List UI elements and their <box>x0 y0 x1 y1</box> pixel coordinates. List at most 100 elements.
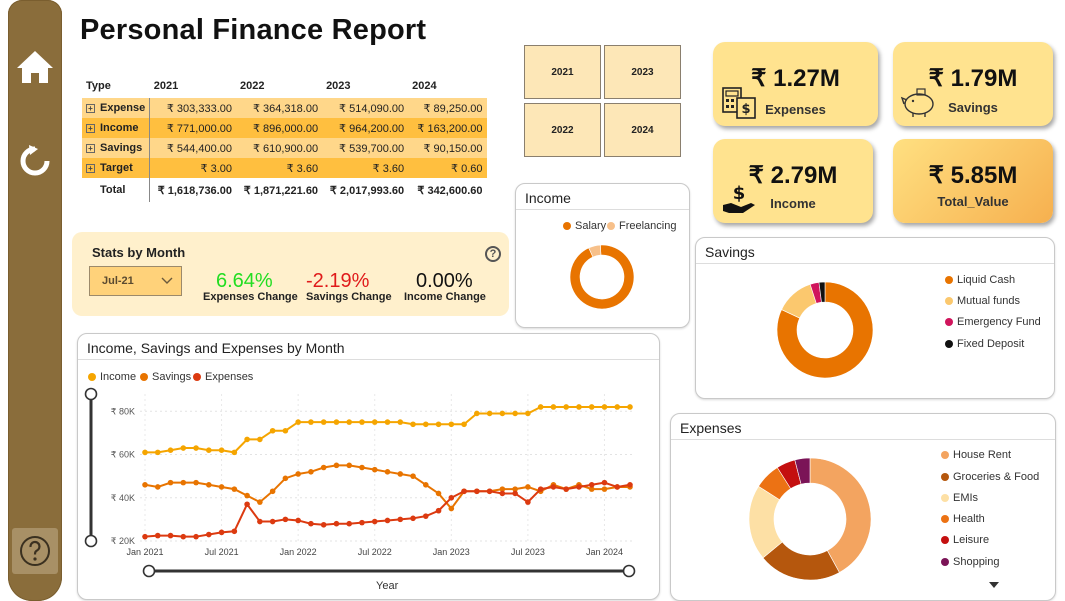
data-point-income[interactable] <box>371 419 378 425</box>
data-point-expenses[interactable] <box>601 479 608 486</box>
data-point-income[interactable] <box>154 449 161 456</box>
year-tile-2022[interactable]: 2022 <box>524 103 601 157</box>
data-point-savings[interactable] <box>269 488 276 495</box>
data-point-savings[interactable] <box>142 481 148 488</box>
data-point-income[interactable] <box>333 419 340 425</box>
data-point-income[interactable] <box>359 419 365 425</box>
data-point-expenses[interactable] <box>359 519 365 526</box>
data-point-income[interactable] <box>231 449 238 456</box>
data-point-expenses[interactable] <box>397 516 404 523</box>
data-point-savings[interactable] <box>346 462 353 469</box>
data-point-expenses[interactable] <box>461 488 467 495</box>
help-tooltip-icon[interactable]: ? <box>485 246 501 262</box>
data-point-income[interactable] <box>435 421 442 428</box>
data-point-income[interactable] <box>448 421 455 428</box>
data-point-expenses[interactable] <box>308 520 314 527</box>
data-point-expenses[interactable] <box>474 488 480 495</box>
data-point-income[interactable] <box>550 404 557 410</box>
data-point-income[interactable] <box>269 427 276 434</box>
data-point-expenses[interactable] <box>180 533 187 540</box>
data-point-expenses[interactable] <box>512 490 518 497</box>
month-dropdown[interactable]: Jul-21 <box>89 266 182 296</box>
data-point-expenses[interactable] <box>525 499 531 505</box>
data-point-expenses[interactable] <box>193 533 199 540</box>
data-point-savings[interactable] <box>206 481 212 488</box>
data-point-expenses[interactable] <box>167 532 174 539</box>
data-point-expenses[interactable] <box>627 481 633 488</box>
data-point-expenses[interactable] <box>448 494 455 501</box>
data-point-expenses[interactable] <box>206 531 212 538</box>
home-button[interactable] <box>8 42 62 92</box>
data-point-expenses[interactable] <box>320 521 327 528</box>
data-point-income[interactable] <box>410 421 416 428</box>
data-point-expenses[interactable] <box>295 517 301 524</box>
data-point-savings[interactable] <box>333 462 340 469</box>
data-point-income[interactable] <box>218 447 225 454</box>
data-point-expenses[interactable] <box>218 529 225 536</box>
data-point-income[interactable] <box>461 421 467 428</box>
data-point-expenses[interactable] <box>384 517 391 524</box>
data-point-income[interactable] <box>308 419 314 425</box>
data-point-savings[interactable] <box>231 486 238 492</box>
expand-icon[interactable]: + <box>86 143 95 153</box>
data-point-income[interactable] <box>614 404 621 410</box>
expand-icon[interactable]: + <box>86 163 95 173</box>
data-point-income[interactable] <box>257 436 263 443</box>
year-tile-2021[interactable]: 2021 <box>524 45 601 99</box>
year-tile-2023[interactable]: 2023 <box>604 45 681 99</box>
data-point-savings[interactable] <box>180 479 187 486</box>
data-point-income[interactable] <box>193 445 199 451</box>
data-point-expenses[interactable] <box>435 507 442 514</box>
data-point-savings[interactable] <box>218 484 225 490</box>
data-point-income[interactable] <box>576 404 582 410</box>
data-point-savings[interactable] <box>422 481 429 488</box>
data-point-income[interactable] <box>346 419 353 425</box>
data-point-income[interactable] <box>384 419 391 425</box>
data-point-savings[interactable] <box>308 469 314 475</box>
data-point-income[interactable] <box>422 421 429 428</box>
data-point-income[interactable] <box>486 410 493 417</box>
expand-icon[interactable]: + <box>86 123 95 133</box>
data-point-expenses[interactable] <box>588 481 595 488</box>
data-point-income[interactable] <box>512 410 518 417</box>
data-point-expenses[interactable] <box>257 518 263 525</box>
data-point-income[interactable] <box>563 404 569 410</box>
data-point-savings[interactable] <box>257 499 263 505</box>
data-point-savings[interactable] <box>359 464 365 471</box>
data-point-savings[interactable] <box>435 490 442 497</box>
data-point-savings[interactable] <box>295 471 301 477</box>
data-point-savings[interactable] <box>448 505 455 512</box>
data-point-expenses[interactable] <box>371 518 378 525</box>
data-point-income[interactable] <box>588 404 595 410</box>
data-point-income[interactable] <box>282 427 289 434</box>
data-point-savings[interactable] <box>282 475 289 482</box>
data-point-income[interactable] <box>397 419 404 425</box>
data-point-savings[interactable] <box>320 464 327 471</box>
data-point-expenses[interactable] <box>333 520 340 527</box>
data-point-expenses[interactable] <box>422 513 429 519</box>
data-point-income[interactable] <box>244 436 250 443</box>
data-point-income[interactable] <box>142 449 148 456</box>
data-point-income[interactable] <box>474 410 480 417</box>
data-point-savings[interactable] <box>154 484 161 490</box>
data-point-expenses[interactable] <box>499 490 506 497</box>
data-point-expenses[interactable] <box>550 484 557 490</box>
y-range-slider-handle[interactable] <box>84 534 98 548</box>
data-point-savings[interactable] <box>193 479 199 486</box>
data-point-expenses[interactable] <box>269 518 276 525</box>
data-point-income[interactable] <box>537 404 544 410</box>
data-point-income[interactable] <box>627 404 633 410</box>
data-point-savings[interactable] <box>397 471 404 477</box>
data-point-savings[interactable] <box>384 469 391 475</box>
data-point-expenses[interactable] <box>486 488 493 495</box>
data-point-expenses[interactable] <box>244 501 250 508</box>
data-point-income[interactable] <box>167 447 174 454</box>
data-point-expenses[interactable] <box>410 515 416 522</box>
help-button[interactable] <box>12 528 58 574</box>
data-point-savings[interactable] <box>167 479 174 486</box>
data-point-expenses[interactable] <box>142 533 148 540</box>
data-point-expenses[interactable] <box>563 486 569 492</box>
data-point-expenses[interactable] <box>282 516 289 523</box>
data-point-expenses[interactable] <box>346 520 353 527</box>
data-point-savings[interactable] <box>371 466 378 473</box>
